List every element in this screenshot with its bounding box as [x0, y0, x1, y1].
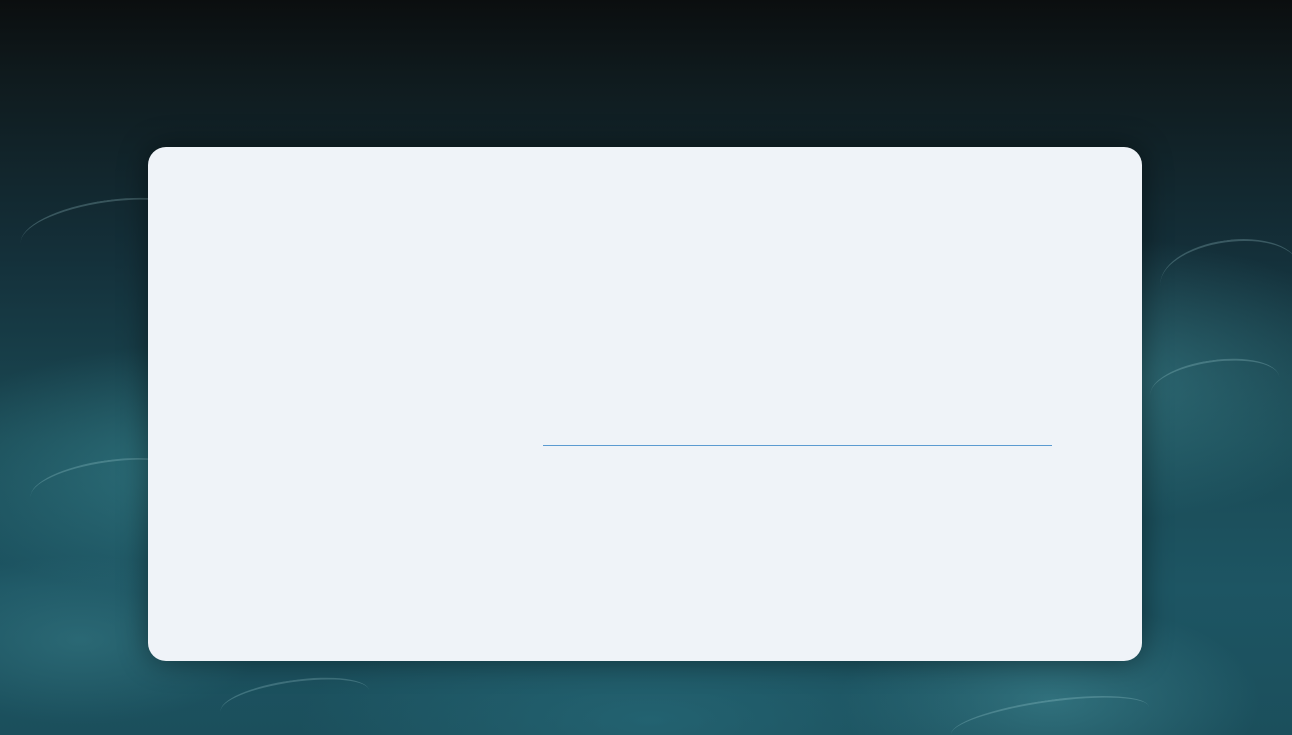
loading-panel [148, 147, 1142, 661]
loading-progress-fill [543, 445, 1052, 446]
decorative-wisp [217, 669, 373, 733]
loading-progress-bar [543, 445, 1052, 446]
background-artwork [0, 0, 1292, 735]
decorative-wisp [1147, 351, 1283, 421]
decorative-wisp [1155, 230, 1292, 322]
decorative-wisp [948, 686, 1152, 735]
